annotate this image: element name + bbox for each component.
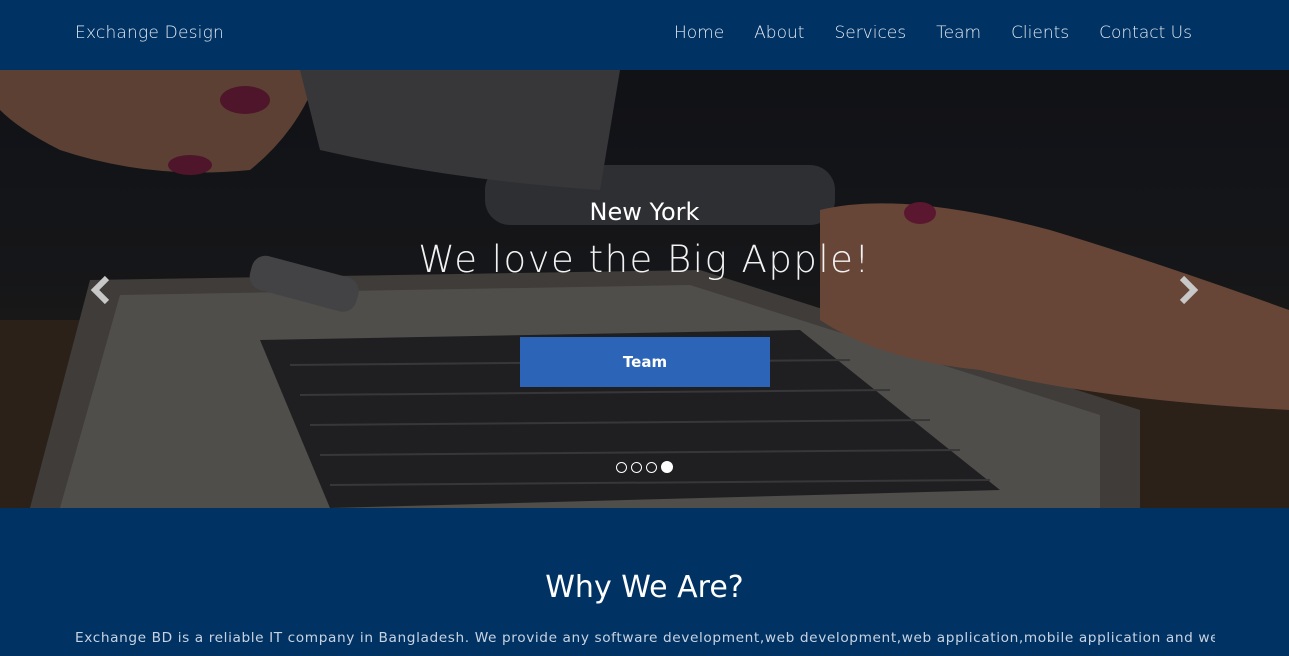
hero-team-button[interactable]: Team xyxy=(520,337,770,387)
nav-item-about[interactable]: About xyxy=(754,23,804,43)
carousel-next-arrow[interactable] xyxy=(1174,270,1204,310)
carousel-indicators xyxy=(616,461,673,473)
hero-city-heading: New York xyxy=(589,198,700,226)
carousel-indicator-1[interactable] xyxy=(616,461,627,473)
hero-tagline: We love the Big Apple! xyxy=(418,238,871,281)
nav-item-clients[interactable]: Clients xyxy=(1011,23,1069,43)
nav-item-contact[interactable]: Contact Us xyxy=(1099,23,1192,43)
why-section-title: Why We Are? xyxy=(545,570,744,605)
nav-menu: Home About Services Team Clients Contact… xyxy=(674,23,1192,43)
brand-logo-text[interactable]: Exchange Design xyxy=(75,23,224,43)
nav-item-home[interactable]: Home xyxy=(674,23,724,43)
chevron-right-icon xyxy=(1179,275,1199,305)
carousel-prev-arrow[interactable] xyxy=(85,270,115,310)
chevron-left-icon xyxy=(90,275,110,305)
hero-dark-overlay xyxy=(0,70,1289,508)
nav-item-services[interactable]: Services xyxy=(834,23,906,43)
carousel-indicator-2[interactable] xyxy=(631,461,642,473)
nav-item-team[interactable]: Team xyxy=(936,23,981,43)
navbar: Exchange Design Home About Services Team… xyxy=(0,0,1289,70)
why-section-text: Exchange BD is a reliable IT company in … xyxy=(75,630,1215,646)
hero-carousel: New York We love the Big Apple! Team xyxy=(0,70,1289,508)
carousel-indicator-4[interactable] xyxy=(661,461,673,473)
carousel-indicator-3[interactable] xyxy=(646,461,657,473)
